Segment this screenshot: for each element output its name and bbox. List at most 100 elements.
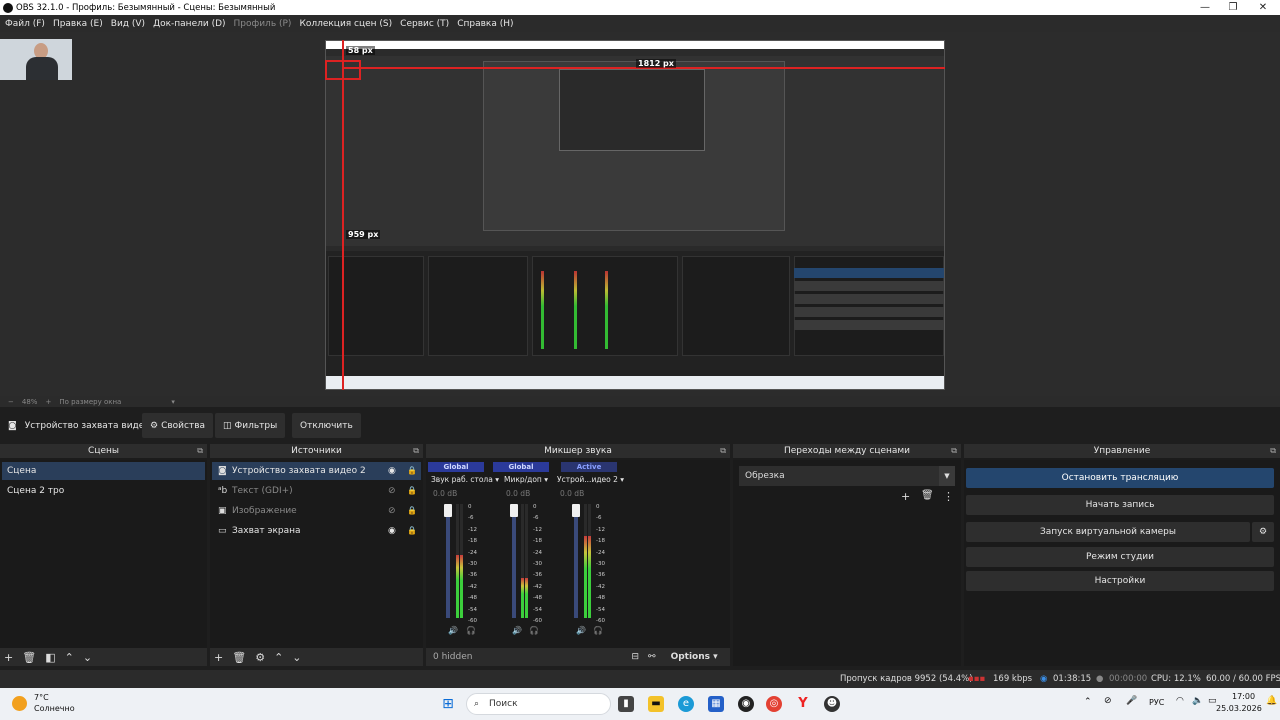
trash-icon[interactable]: 🗑 bbox=[232, 651, 246, 664]
tray-network-icon[interactable]: ⊘ bbox=[1104, 696, 1112, 706]
weather-temp[interactable]: 7°C bbox=[34, 693, 49, 702]
options-button[interactable]: Options ▾ bbox=[671, 652, 718, 662]
dock-float-icon[interactable]: ⧉ bbox=[413, 444, 419, 458]
menu-edit[interactable]: Правка (E) bbox=[50, 19, 106, 29]
trash-icon[interactable]: 🗑 bbox=[22, 651, 36, 664]
volume-slider[interactable] bbox=[446, 504, 450, 618]
virtual-camera-button[interactable]: Запуск виртуальной камеры bbox=[966, 522, 1250, 542]
menu-file[interactable]: Файл (F) bbox=[2, 19, 48, 29]
channel-name[interactable]: Микр/доп ▾ bbox=[504, 475, 548, 484]
chevron-down-icon[interactable]: ▼ bbox=[939, 466, 955, 486]
menu-view[interactable]: Вид (V) bbox=[108, 19, 148, 29]
eye-icon[interactable]: ◉ bbox=[388, 522, 396, 540]
filters-button[interactable]: ◫ Фильтры bbox=[215, 413, 286, 438]
weather-sun-icon[interactable] bbox=[12, 696, 27, 711]
lock-icon[interactable]: 🔒 bbox=[407, 502, 417, 520]
add-scene-icon[interactable]: + bbox=[4, 651, 13, 664]
maximize-button[interactable]: ❐ bbox=[1218, 0, 1248, 15]
volume-knob[interactable] bbox=[510, 504, 518, 517]
volume-knob[interactable] bbox=[572, 504, 580, 517]
stop-stream-button[interactable]: Остановить трансляцию bbox=[966, 468, 1274, 488]
source-item[interactable]: ▣ Изображение ⊘ 🔒 bbox=[212, 502, 421, 520]
lock-icon[interactable]: 🔒 bbox=[407, 482, 417, 500]
lock-icon[interactable]: 🔒 bbox=[407, 462, 417, 480]
start-record-button[interactable]: Начать запись bbox=[966, 495, 1274, 515]
scene-item[interactable]: Сцена bbox=[2, 462, 205, 480]
microphone-icon[interactable]: 🎤 bbox=[1126, 696, 1137, 706]
speaker-icon[interactable]: 🔊 bbox=[512, 626, 522, 635]
selected-source-box[interactable] bbox=[325, 60, 361, 80]
volume-slider[interactable] bbox=[512, 504, 516, 618]
windows-start-icon[interactable]: ⊞ bbox=[440, 696, 456, 712]
task-view-icon[interactable]: ▮ bbox=[618, 696, 634, 712]
obs-taskbar-icon[interactable]: ◉ bbox=[738, 696, 754, 712]
speaker-icon[interactable]: 🔊 bbox=[448, 626, 458, 635]
transition-select[interactable]: Обрезка ▼ bbox=[739, 466, 955, 486]
more-icon[interactable]: ⋮ bbox=[943, 490, 954, 503]
menu-profile[interactable]: Профиль (P) bbox=[231, 19, 295, 29]
eye-hidden-icon[interactable]: ⊘ bbox=[388, 502, 396, 520]
move-down-icon[interactable]: ⌄ bbox=[292, 651, 301, 664]
mixer-layout-icon[interactable]: ⊟ bbox=[631, 652, 639, 662]
eye-hidden-icon[interactable]: ⊘ bbox=[388, 482, 396, 500]
source-item[interactable]: ◙ Устройство захвата видео 2 ◉ 🔒 bbox=[212, 462, 421, 480]
move-up-icon[interactable]: ⌃ bbox=[274, 651, 283, 664]
dock-float-icon[interactable]: ⧉ bbox=[720, 444, 726, 458]
volume-knob[interactable] bbox=[444, 504, 452, 517]
taskbar-search[interactable]: ⌕ Поиск bbox=[466, 693, 611, 715]
move-down-icon[interactable]: ⌄ bbox=[83, 651, 92, 664]
headphone-icon[interactable]: 🎧 bbox=[466, 626, 476, 635]
source-item[interactable]: ᵃb Текст (GDI+) ⊘ 🔒 bbox=[212, 482, 421, 500]
preview-canvas[interactable] bbox=[325, 40, 945, 390]
dock-float-icon[interactable]: ⧉ bbox=[951, 444, 957, 458]
move-up-icon[interactable]: ⌃ bbox=[65, 651, 74, 664]
volume-icon[interactable]: 🔈 bbox=[1192, 696, 1203, 706]
zoom-in-icon[interactable]: + bbox=[45, 398, 51, 406]
clock-time[interactable]: 17:00 bbox=[1232, 692, 1255, 701]
dock-float-icon[interactable]: ⧉ bbox=[197, 444, 203, 458]
store-icon[interactable]: ▦ bbox=[708, 696, 724, 712]
wifi-icon[interactable]: ◠ bbox=[1176, 696, 1184, 706]
studio-mode-button[interactable]: Режим студии bbox=[966, 547, 1274, 567]
dock-float-icon[interactable]: ⧉ bbox=[1270, 444, 1276, 458]
source-item[interactable]: ▭ Захват экрана ◉ 🔒 bbox=[212, 522, 421, 540]
yandex-browser-icon[interactable]: Y bbox=[795, 696, 811, 712]
eye-icon[interactable]: ◉ bbox=[388, 462, 396, 480]
menu-scene-collection[interactable]: Коллекция сцен (S) bbox=[296, 19, 395, 29]
scene-filter-icon[interactable]: ◧ bbox=[45, 651, 55, 664]
lock-icon[interactable]: 🔒 bbox=[407, 522, 417, 540]
weather-desc[interactable]: Солнечно bbox=[34, 704, 75, 713]
add-source-icon[interactable]: + bbox=[214, 651, 223, 664]
tray-chevron-up-icon[interactable]: ⌃ bbox=[1084, 697, 1092, 707]
add-icon[interactable]: + bbox=[901, 490, 910, 503]
headphone-icon[interactable]: 🎧 bbox=[529, 626, 539, 635]
deactivate-button[interactable]: Отключить bbox=[292, 413, 361, 438]
trash-icon[interactable]: 🗑 bbox=[921, 490, 934, 501]
menu-docks[interactable]: Док-панели (D) bbox=[150, 19, 228, 29]
menu-tools[interactable]: Сервис (T) bbox=[397, 19, 452, 29]
settings-button[interactable]: Настройки bbox=[966, 571, 1274, 591]
media-app-icon[interactable]: ☻ bbox=[824, 696, 840, 712]
file-explorer-icon[interactable]: ▬ bbox=[648, 696, 664, 712]
properties-button[interactable]: ⚙ Свойства bbox=[142, 413, 214, 438]
zoom-dropdown-icon[interactable]: ▾ bbox=[171, 398, 175, 406]
gear-icon[interactable]: ⚙ bbox=[255, 651, 265, 664]
zoom-out-icon[interactable]: − bbox=[8, 398, 14, 406]
channel-name[interactable]: Устрой...идео 2 ▾ bbox=[557, 475, 624, 484]
mixer-link-icon[interactable]: ⚯ bbox=[648, 652, 656, 662]
notifications-icon[interactable]: 🔔 bbox=[1266, 696, 1277, 706]
headphone-icon[interactable]: 🎧 bbox=[593, 626, 603, 635]
channel-name[interactable]: Звук раб. стола ▾ bbox=[431, 475, 499, 484]
virtual-camera-settings-icon[interactable]: ⚙ bbox=[1252, 522, 1274, 542]
speaker-icon[interactable]: 🔊 bbox=[576, 626, 586, 635]
menu-help[interactable]: Справка (H) bbox=[454, 19, 516, 29]
close-button[interactable]: ✕ bbox=[1248, 0, 1278, 15]
edge-icon[interactable]: e bbox=[678, 696, 694, 712]
scene-item[interactable]: Сцена 2 тро bbox=[2, 482, 205, 500]
minimize-button[interactable]: — bbox=[1190, 0, 1220, 15]
language-indicator[interactable]: РУС bbox=[1149, 698, 1164, 707]
clock-date[interactable]: 25.03.2026 bbox=[1216, 704, 1262, 713]
zoom-mode[interactable]: По размеру окна bbox=[59, 398, 121, 406]
chrome-icon[interactable]: ◎ bbox=[766, 696, 782, 712]
volume-slider[interactable] bbox=[574, 504, 578, 618]
